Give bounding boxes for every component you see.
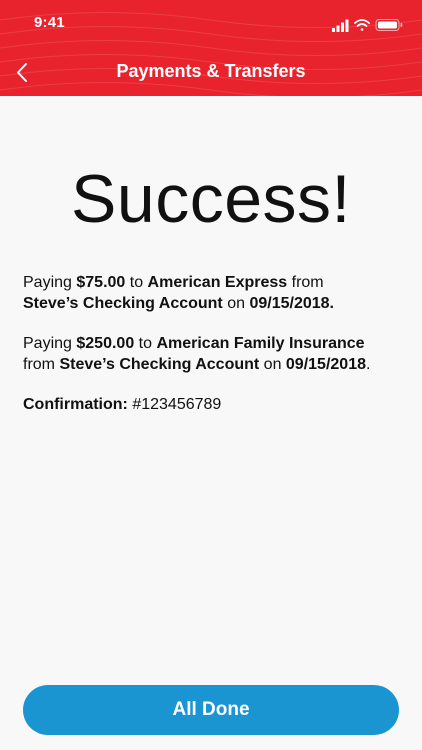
payment-1-to: to xyxy=(125,274,148,291)
payment-2-amount: $250.00 xyxy=(76,335,135,352)
all-done-button[interactable]: All Done xyxy=(23,685,399,735)
payment-2-date: 09/15/2018 xyxy=(285,356,366,373)
success-heading: Success! xyxy=(71,161,351,237)
payment-1-account: Steve’s Checking Account xyxy=(23,295,223,312)
signal-icon xyxy=(332,19,349,32)
confirmation-line: Confirmation: #123456789 xyxy=(23,394,403,415)
payment-1-prefix: Paying xyxy=(23,274,77,291)
nav-bar: Payments & Transfers xyxy=(0,50,422,94)
status-bar: 9:41 xyxy=(0,0,422,50)
payment-2-suffix: . xyxy=(365,356,371,373)
confirmation-label: Confirmation: xyxy=(23,396,128,413)
payment-detail-2: Paying $250.00 to American Family Insura… xyxy=(23,333,403,375)
status-icons xyxy=(332,19,403,32)
payment-1-from: from xyxy=(287,274,324,291)
wifi-icon xyxy=(354,19,370,31)
status-time: 9:41 xyxy=(34,14,65,31)
payment-2-from: from xyxy=(23,356,60,373)
payment-1-amount: $75.00 xyxy=(76,274,126,291)
payment-2-on: on xyxy=(259,356,286,373)
page-title: Payments & Transfers xyxy=(116,61,306,81)
battery-icon xyxy=(375,19,403,31)
payment-2-to: to xyxy=(134,335,157,352)
payment-success-screen: 9:41 Payments & Transfers Success! Payin… xyxy=(0,0,422,750)
payment-1-on: on xyxy=(222,295,250,312)
payment-1-payee: American Express xyxy=(147,274,288,291)
payment-1-date: 09/15/2018. xyxy=(249,295,334,312)
payment-detail-1: Paying $75.00 to American Express from S… xyxy=(23,272,403,314)
payment-2-account: Steve’s Checking Account xyxy=(59,356,260,373)
confirmation-number: #123456789 xyxy=(127,396,222,413)
payment-2-payee: American Family Insurance xyxy=(156,335,365,352)
payment-2-prefix: Paying xyxy=(23,335,77,352)
payment-summary: Paying $75.00 to American Express from S… xyxy=(23,272,403,434)
header: 9:41 Payments & Transfers xyxy=(0,0,422,96)
